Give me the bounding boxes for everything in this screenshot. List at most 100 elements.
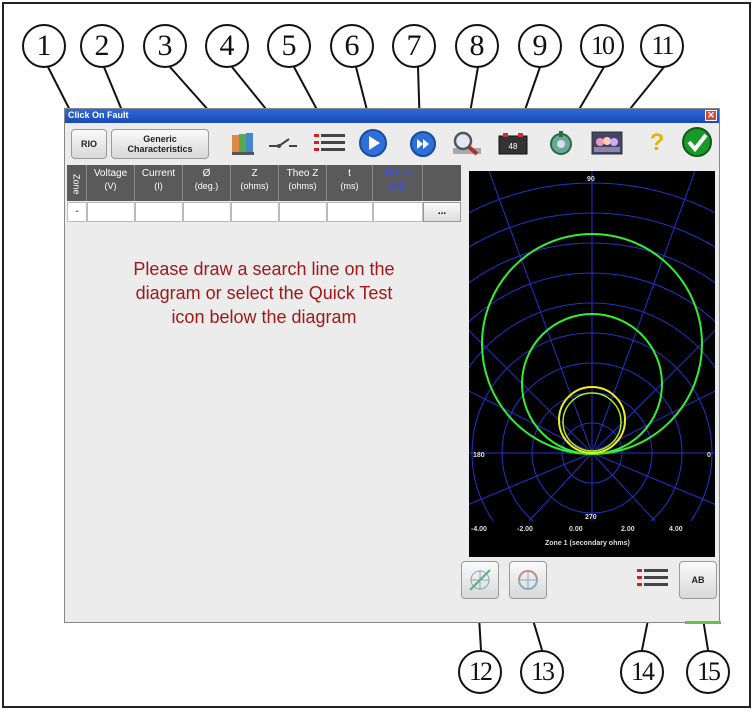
search-line-button[interactable] [461, 561, 499, 599]
team-button[interactable] [589, 129, 625, 157]
current-header-label: Current [141, 168, 176, 179]
more-button[interactable]: ... [423, 202, 461, 222]
ok-check-icon [682, 127, 712, 157]
book-button[interactable] [225, 130, 261, 158]
instruction-line-2: diagram or select the Quick Test [135, 283, 393, 303]
theo-t-header-unit: (ms) [388, 181, 407, 191]
phase-column-header: Ø (deg.) [183, 165, 231, 201]
search-line-icon [469, 569, 491, 591]
x-tick-label: 2.00 [621, 526, 635, 533]
theo-z-header-unit: (ohms) [288, 181, 317, 191]
click-on-fault-window: Click On Fault ✕ RIO Generic Characteris… [64, 108, 755, 712]
theo-t-header-label: Theo t [383, 168, 412, 179]
phase-header-unit: (deg.) [194, 181, 219, 191]
t-header-label: t [348, 168, 351, 179]
breaker-icon [269, 138, 297, 148]
callout-14: 14 [620, 650, 664, 694]
x-tick-label: 4.00 [669, 526, 683, 533]
theo-z-cell[interactable] [279, 202, 327, 222]
close-button[interactable]: ✕ [705, 110, 717, 121]
theo-t-column-header: Theo t (ms) [373, 165, 423, 201]
t-header-unit: (ms) [340, 181, 359, 191]
callout-8: 8 [455, 24, 499, 68]
instruction-message: Please draw a search line on the diagram… [67, 257, 461, 329]
team-icon [591, 131, 623, 155]
instruction-line-1: Please draw a search line on the [133, 259, 395, 279]
search-magnifier-icon [453, 131, 481, 156]
window-titlebar: Click On Fault ✕ [65, 109, 719, 123]
table-row[interactable]: - ... [67, 202, 461, 222]
list-icon [637, 569, 668, 586]
results-table-header: Zone Voltage (V) Current (I) Ø (deg.) Z (ohm… [67, 165, 461, 201]
current-header-unit: (I) [154, 181, 163, 191]
diagram-list-button[interactable] [635, 565, 671, 593]
z-column-header: Z (ohms) [231, 165, 279, 201]
z-cell[interactable] [231, 202, 279, 222]
ab-phase-label: AB [691, 575, 705, 585]
fast-forward-button[interactable] [405, 130, 441, 158]
callout-15: 15 [686, 650, 730, 694]
angle-90-label: 90 [587, 176, 595, 183]
fast-forward-icon [410, 131, 436, 157]
theo-t-cell[interactable] [373, 202, 423, 222]
rio-button[interactable]: RIO [71, 129, 107, 159]
settings-button[interactable] [543, 129, 579, 157]
callout-9: 9 [518, 24, 562, 68]
voltage-column-header: Voltage (V) [87, 165, 135, 201]
instruction-line-3: icon below the diagram [171, 307, 357, 327]
spare-column-header [423, 165, 461, 201]
battery-button[interactable]: 48 [495, 130, 531, 158]
callout-12: 12 [458, 650, 502, 694]
status-indicator-bar [685, 621, 721, 624]
quick-test-icon [518, 570, 538, 590]
current-column-header: Current (I) [135, 165, 183, 201]
z-header-label: Z [251, 168, 258, 179]
ab-phase-button[interactable]: AB [679, 561, 717, 599]
theo-z-header-label: Theo Z [286, 168, 319, 179]
theo-z-column-header: Theo Z (ohms) [279, 165, 327, 201]
search-button[interactable] [449, 130, 485, 158]
voltage-header-unit: (V) [104, 181, 117, 191]
quick-test-button[interactable] [509, 561, 547, 599]
impedance-diagram[interactable]: 90 180 0 270 -4.00 -2.00 0.00 2.00 4.00 … [321, 170, 755, 712]
x-tick-label: 0.00 [569, 526, 583, 533]
angle-0-label: 0 [707, 452, 711, 459]
phase-header-label: Ø [202, 168, 211, 179]
callout-11: 11 [640, 24, 684, 68]
x-axis-label: Zone 1 (secondary ohms) [545, 540, 630, 547]
x-tick-label: -4.00 [471, 526, 487, 533]
angle-270-label: 270 [585, 514, 597, 521]
callout-13: 13 [520, 650, 564, 694]
ok-button[interactable] [679, 127, 715, 157]
z-header-unit: (ohms) [240, 181, 269, 191]
angle-180-label: 180 [473, 452, 485, 459]
sequence-list-button[interactable] [312, 130, 348, 158]
callout-6: 6 [330, 24, 374, 68]
help-button[interactable]: ? [639, 129, 675, 157]
generic-characteristics-label-2: Characteristics [127, 144, 193, 154]
t-cell[interactable] [327, 202, 373, 222]
generic-characteristics-button[interactable]: Generic Characteristics [111, 129, 209, 159]
voltage-cell[interactable] [87, 202, 135, 222]
play-icon [359, 129, 387, 157]
book-icon [232, 133, 254, 155]
impedance-diagram-svg: 90 180 0 270 -4.00 -2.00 0.00 2.00 4.00 … [321, 170, 755, 712]
callout-2: 2 [80, 24, 124, 68]
callout-4: 4 [205, 24, 249, 68]
toolbar: RIO Generic Characteristics 48 ? [65, 125, 719, 161]
settings-gear-icon [550, 131, 572, 155]
phase-cell[interactable] [183, 202, 231, 222]
callout-7: 7 [392, 24, 436, 68]
zone-cell[interactable]: - [67, 202, 87, 222]
breaker-button[interactable] [265, 130, 301, 158]
t-column-header: t (ms) [327, 165, 373, 201]
callout-3: 3 [143, 24, 187, 68]
rio-button-label: RIO [80, 139, 97, 149]
callout-1: 1 [22, 24, 66, 68]
voltage-header-label: Voltage [93, 168, 128, 179]
help-icon: ? [649, 129, 665, 156]
battery-label: 48 [509, 142, 518, 151]
play-button[interactable] [355, 129, 391, 157]
window-title: Click On Fault [68, 110, 129, 120]
current-cell[interactable] [135, 202, 183, 222]
